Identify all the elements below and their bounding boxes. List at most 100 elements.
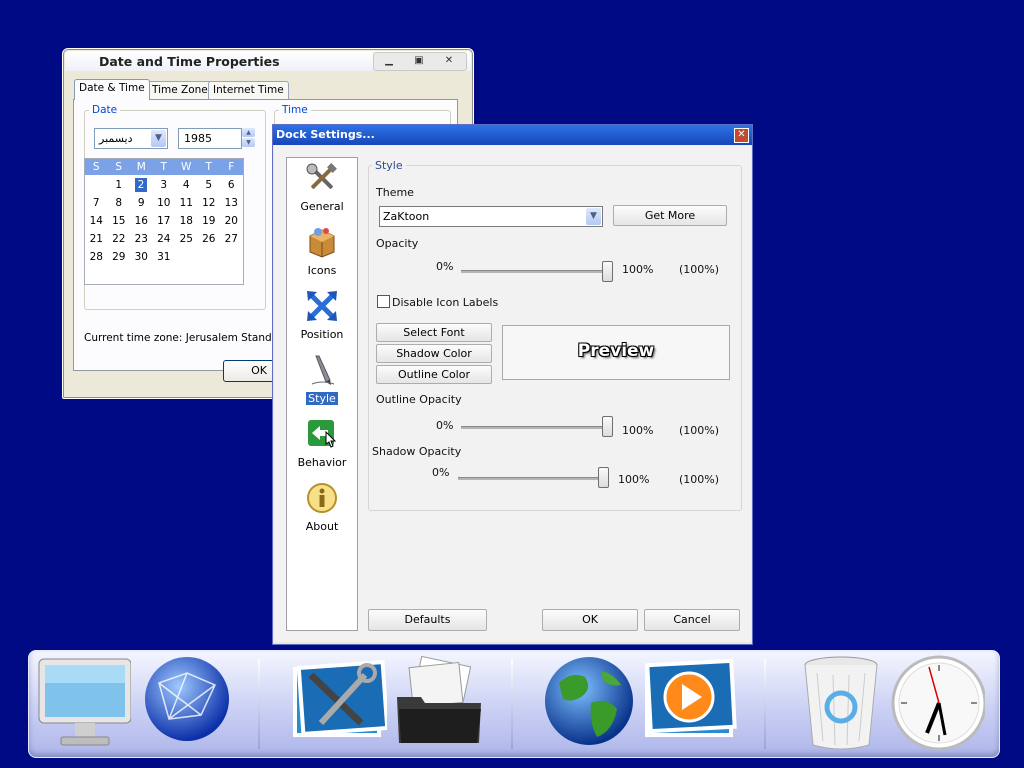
folder-icon[interactable] [391,653,487,753]
sidebar-item-general[interactable]: General [287,160,357,222]
tools-icon[interactable] [291,653,387,753]
select-font-button[interactable]: Select Font [376,323,492,342]
calendar-day[interactable]: 15 [108,212,131,230]
calendar-day[interactable]: 22 [108,230,131,248]
calendar-day[interactable]: 17 [153,212,176,230]
up-arrow-icon[interactable]: ▲ [242,128,255,137]
calendar-day[interactable]: 3 [153,176,176,194]
close-button[interactable]: ✕ [734,128,749,143]
defaults-button[interactable]: Defaults [368,609,487,631]
calendar-day[interactable]: 26 [198,230,221,248]
info-icon [307,483,337,513]
calendar-day[interactable]: 16 [130,212,153,230]
outline-opacity-slider-thumb[interactable] [602,416,613,437]
tools-icon [306,163,337,189]
behavior-icon [308,420,337,448]
calendar-day[interactable]: 4 [175,176,198,194]
calendar-day[interactable]: 19 [198,212,221,230]
title-bar[interactable]: Date and Time Properties ▁ ▣ ✕ [65,51,471,71]
month-calendar[interactable]: S S M T W T F 1 2 3 4 5 6 7 8 9 10 11 12 13 14 15 16 17 18 19 20 21… [84,158,244,285]
calendar-day[interactable]: 31 [153,248,176,266]
style-panel: Theme ZaKtoon ▼ Get More Opacity 0% 100%… [368,165,740,509]
pen-icon [311,355,335,385]
outline-color-button[interactable]: Outline Color [376,365,492,384]
calendar-day[interactable]: 25 [175,230,198,248]
sidebar-item-label: Style [306,392,338,405]
calendar-day[interactable]: 14 [85,212,108,230]
down-arrow-icon[interactable]: ▼ [242,138,255,147]
calendar-day[interactable]: 9 [130,194,153,212]
shadow-color-button[interactable]: Shadow Color [376,344,492,363]
outline-opacity-slider-track[interactable] [461,426,611,429]
calendar-day[interactable]: 7 [85,194,108,212]
sidebar-item-icons[interactable]: Icons [287,224,357,286]
disable-labels-text: Disable Icon Labels [392,296,499,309]
calendar-day[interactable]: 20 [220,212,243,230]
ok-button[interactable]: OK [542,609,638,631]
sidebar-item-about[interactable]: About [287,480,357,542]
opacity-max: 100% [622,263,654,276]
opacity-slider-thumb[interactable] [602,261,613,282]
opacity-label: Opacity [376,237,419,250]
calendar-day[interactable]: 18 [175,212,198,230]
sidebar-item-label: Icons [307,264,337,277]
clock-icon[interactable] [889,653,985,753]
calendar-day[interactable]: 24 [153,230,176,248]
outline-opacity-value: (100%) [679,424,720,437]
shadow-opacity-slider-track[interactable] [458,477,608,480]
tab-date-time[interactable]: Date & Time [74,79,150,100]
disable-labels-checkbox[interactable] [377,295,390,308]
calendar-day[interactable]: 27 [220,230,243,248]
monitor-icon[interactable] [35,653,131,753]
network-globe-icon[interactable] [139,653,235,753]
calendar-day[interactable]: 23 [130,230,153,248]
year-spinner[interactable]: 1985 [178,128,242,149]
calendar-day[interactable]: 21 [85,230,108,248]
sidebar-item-label: About [305,520,339,533]
sidebar-item-behavior[interactable]: Behavior [287,416,357,478]
calendar-day-header: T [160,161,167,173]
opacity-slider-track[interactable] [461,270,611,273]
recycle-bin-icon[interactable] [793,653,889,753]
calendar-day[interactable]: 13 [220,194,243,212]
timezone-text: Current time zone: Jerusalem Standard [84,332,289,344]
calendar-day[interactable]: 6 [220,176,243,194]
calendar-day[interactable]: 1 [108,176,131,194]
calendar-day[interactable]: 5 [198,176,221,194]
calendar-day[interactable]: 11 [175,194,198,212]
preview-box: Preview [502,325,730,380]
calendar-day[interactable]: 12 [198,194,221,212]
maximize-button[interactable]: ▣ [406,54,432,68]
calendar-day[interactable]: 28 [85,248,108,266]
year-stepper[interactable]: ▲ ▼ [242,128,255,147]
close-button[interactable]: ✕ [436,54,462,68]
month-select[interactable]: دیسمبر ▼ [94,128,168,149]
sidebar-item-position[interactable]: Position [287,288,357,350]
sidebar-item-label: Position [300,328,344,341]
media-player-icon[interactable] [641,653,737,753]
calendar-day[interactable]: 29 [108,248,131,266]
shadow-opacity-slider-thumb[interactable] [598,467,609,488]
minimize-button[interactable]: ▁ [376,54,402,68]
shadow-opacity-min: 0% [432,466,450,479]
cancel-button[interactable]: Cancel [644,609,740,631]
sidebar-item-style[interactable]: Style [287,352,357,414]
chevron-down-icon[interactable]: ▼ [586,208,601,225]
calendar-day[interactable]: 10 [153,194,176,212]
title-bar[interactable]: Dock Settings... ✕ [273,125,752,145]
get-more-button[interactable]: Get More [613,205,727,226]
calendar-day[interactable]: 2 [135,178,147,192]
dock-separator [258,659,260,749]
earth-icon[interactable] [541,653,637,753]
window-title: Dock Settings... [276,128,375,141]
opacity-min: 0% [436,260,454,273]
tab-internet-time[interactable]: Internet Time [208,81,289,99]
calendar-day[interactable]: 30 [130,248,153,266]
box-icon [309,228,335,258]
tab-time-zone[interactable]: Time Zone [147,81,213,99]
outline-opacity-min: 0% [436,419,454,432]
chevron-down-icon[interactable]: ▼ [151,130,166,147]
theme-value: ZaKtoon [383,210,430,223]
calendar-day[interactable]: 8 [108,194,131,212]
theme-select[interactable]: ZaKtoon ▼ [379,206,603,227]
